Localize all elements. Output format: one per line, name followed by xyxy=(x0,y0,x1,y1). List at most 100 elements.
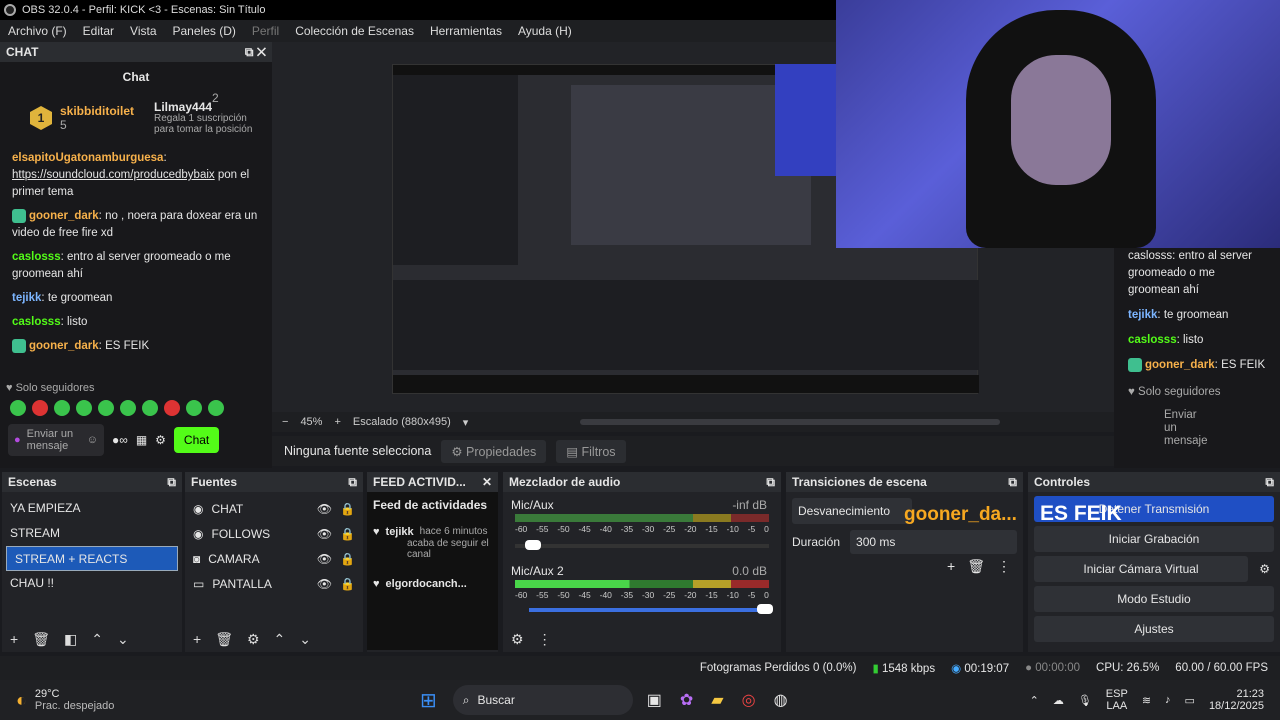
gear-icon[interactable]: ⚙ xyxy=(511,631,524,648)
add-scene-button[interactable]: + xyxy=(10,631,18,647)
emote-icon[interactable] xyxy=(32,400,48,416)
menu-paneles[interactable]: Paneles (D) xyxy=(165,24,244,38)
windows-start-icon[interactable]: ⊞ xyxy=(420,688,437,713)
trash-icon[interactable]: 🗑 xyxy=(32,631,50,648)
emote-icon[interactable] xyxy=(186,400,202,416)
scene-item-selected[interactable]: STREAM + REACTS xyxy=(6,546,178,571)
menu-herramientas[interactable]: Herramientas xyxy=(422,24,510,38)
transition-select[interactable]: Desvanecimiento xyxy=(792,498,912,524)
scene-item[interactable]: CHAU !! xyxy=(2,571,182,596)
menu-vista[interactable]: Vista xyxy=(122,24,164,38)
scale-label[interactable]: Escalado (880x495) xyxy=(353,416,451,428)
source-item[interactable]: ▭ PANTALLA 👁 🔒 xyxy=(185,571,363,596)
eye-icon[interactable]: 👁 xyxy=(317,527,332,541)
chevron-down-icon[interactable]: ▾ xyxy=(463,416,469,429)
float-icon[interactable]: ⧉ xyxy=(167,475,176,490)
chat-username[interactable]: caslosss xyxy=(12,316,61,328)
lock-icon[interactable]: 🔒 xyxy=(340,502,355,516)
lock-icon[interactable]: 🔒 xyxy=(340,552,355,566)
preview-scrollbar[interactable] xyxy=(580,419,1001,425)
move-up-button[interactable]: ⌃ xyxy=(91,631,103,648)
move-down-button[interactable]: ⌄ xyxy=(117,631,129,648)
volume-icon[interactable]: ♪ xyxy=(1165,694,1171,706)
gear-icon[interactable]: ⚙ xyxy=(247,631,260,648)
record-button[interactable]: Iniciar Grabación xyxy=(1034,526,1274,552)
lock-icon[interactable]: 🔒 xyxy=(340,527,355,541)
studio-mode-button[interactable]: Modo Estudio xyxy=(1034,586,1274,612)
properties-button[interactable]: ⚙ Propiedades xyxy=(441,439,547,463)
task-view-icon[interactable]: ▣ xyxy=(647,690,662,710)
file-explorer-icon[interactable]: ▰ xyxy=(711,690,723,710)
eye-icon[interactable]: 👁 xyxy=(317,502,332,516)
taskbar-search[interactable]: ⌕ Buscar xyxy=(452,685,633,715)
emote-icon[interactable] xyxy=(164,400,180,416)
scene-item[interactable]: YA EMPIEZA xyxy=(2,496,182,521)
float-icon[interactable]: ⧉ xyxy=(245,45,254,59)
settings-button[interactable]: Ajustes xyxy=(1034,616,1274,642)
lock-icon[interactable]: 🔒 xyxy=(340,577,355,591)
emoji-icon[interactable]: ☺ xyxy=(87,434,98,446)
volume-slider[interactable] xyxy=(515,540,769,550)
float-icon[interactable]: ⧉ xyxy=(1008,475,1017,490)
copilot-icon[interactable]: ✿ xyxy=(680,690,693,710)
float-icon[interactable]: ⧉ xyxy=(348,475,357,490)
chat-username[interactable]: gooner_dark xyxy=(29,340,99,352)
chevron-up-icon[interactable]: ⌃ xyxy=(1030,694,1039,707)
float-icon[interactable]: ⧉ xyxy=(766,475,775,490)
more-icon[interactable]: ⋮ xyxy=(538,631,552,648)
virtual-camera-button[interactable]: Iniciar Cámara Virtual xyxy=(1034,556,1248,582)
source-item[interactable]: ◉ CHAT 👁 🔒 xyxy=(185,496,363,521)
source-item[interactable]: ◙ CAMARA 👁 🔒 xyxy=(185,546,363,571)
move-down-button[interactable]: ⌄ xyxy=(299,631,311,648)
trash-icon[interactable]: 🗑 xyxy=(215,631,233,648)
volume-slider[interactable] xyxy=(529,604,773,614)
wifi-icon[interactable]: ≋ xyxy=(1142,694,1151,707)
add-transition-button[interactable]: + xyxy=(947,558,955,575)
cloud-icon[interactable]: ☁ xyxy=(1053,694,1064,707)
emote-icon[interactable] xyxy=(208,400,224,416)
close-icon[interactable]: ✕ xyxy=(257,45,266,59)
send-chat-button[interactable]: Chat xyxy=(173,427,220,453)
emote-icon[interactable] xyxy=(54,400,70,416)
source-item[interactable]: ◉ FOLLOWS 👁 🔒 xyxy=(185,521,363,546)
close-icon[interactable]: ✕ xyxy=(482,475,492,489)
trash-icon[interactable]: 🗑 xyxy=(967,558,985,575)
emote-icon[interactable] xyxy=(98,400,114,416)
battery-icon[interactable]: ▭ xyxy=(1185,694,1195,707)
slider-handle[interactable] xyxy=(757,604,773,614)
chat-username[interactable]: tejikk xyxy=(12,292,41,304)
chat-username[interactable]: caslosss xyxy=(12,251,61,263)
emote-icon[interactable] xyxy=(10,400,26,416)
more-icon[interactable]: ⋮ xyxy=(997,558,1011,575)
menu-ayuda[interactable]: Ayuda (H) xyxy=(510,24,580,38)
chat-link[interactable]: https://soundcloud.com/producedbybaix xyxy=(12,169,215,181)
filters-button[interactable]: ▤ Filtros xyxy=(556,439,626,463)
float-icon[interactable]: ⧉ xyxy=(1265,475,1274,490)
emote-icon[interactable] xyxy=(120,400,136,416)
emote-icon[interactable] xyxy=(142,400,158,416)
slider-handle[interactable] xyxy=(525,540,541,550)
eye-icon[interactable]: 👁 xyxy=(317,577,332,591)
clock[interactable]: 21:23 18/12/2025 xyxy=(1209,688,1264,712)
duration-input[interactable]: 300 ms xyxy=(850,530,1017,554)
filter-icon[interactable]: ◧ xyxy=(64,631,77,648)
add-source-button[interactable]: + xyxy=(193,631,201,647)
obs-taskbar-icon[interactable]: ◍ xyxy=(774,690,788,710)
gift-user2[interactable]: Lilmay444 xyxy=(154,101,254,113)
gift-user1[interactable]: skibbiditoilet xyxy=(60,104,134,118)
zoom-out-button[interactable]: − xyxy=(282,416,288,428)
gear-icon[interactable]: ⚙ xyxy=(1259,562,1270,576)
menu-coleccion[interactable]: Colección de Escenas xyxy=(287,24,422,38)
scene-item[interactable]: STREAM xyxy=(2,521,182,546)
chat-username[interactable]: elsapitoUgatonamburguesa xyxy=(12,152,163,164)
zoom-in-button[interactable]: + xyxy=(334,416,340,428)
mic-icon[interactable]: 🎙 xyxy=(1078,694,1092,707)
menu-perfil[interactable]: Perfil xyxy=(244,24,287,38)
chat-input[interactable]: ● Enviar un mensaje ☺ xyxy=(8,424,104,456)
chat-username[interactable]: gooner_dark xyxy=(29,210,99,222)
menu-editar[interactable]: Editar xyxy=(75,24,122,38)
menu-archivo[interactable]: Archivo (F) xyxy=(0,24,75,38)
eye-icon[interactable]: 👁 xyxy=(317,552,332,566)
emote-icon[interactable] xyxy=(76,400,92,416)
users-icon[interactable]: ●∞ xyxy=(112,433,128,447)
